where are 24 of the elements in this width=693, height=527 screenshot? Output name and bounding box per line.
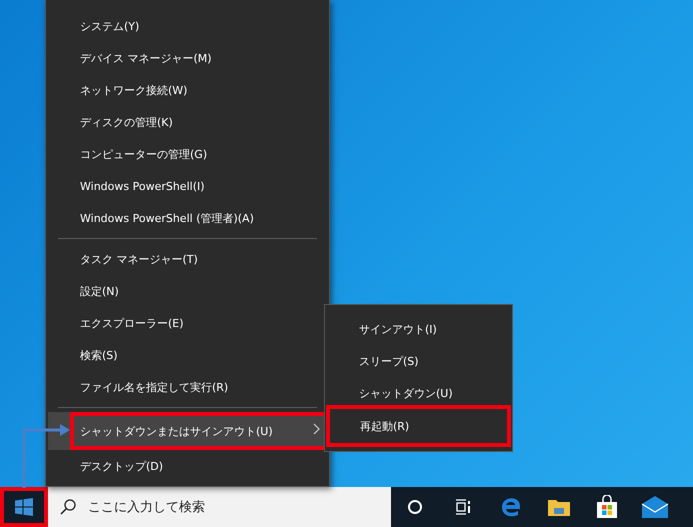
menu-item[interactable]: サインアウト(I): [326, 313, 511, 345]
menu-item[interactable]: ディスクの管理(K): [48, 106, 327, 138]
menu-item[interactable]: シャットダウンまたはサインアウト(U): [48, 412, 327, 450]
menu-item[interactable]: スリープ(S): [326, 345, 511, 377]
menu-item[interactable]: システム(Y): [48, 10, 327, 42]
menu-item[interactable]: デスクトップ(D): [48, 450, 327, 482]
menu-item[interactable]: Windows PowerShell(I): [48, 170, 327, 202]
menu-item[interactable]: デバイス マネージャー(M): [48, 42, 327, 74]
menu-item[interactable]: 再起動(R): [326, 405, 511, 447]
menu-item[interactable]: 検索(S): [48, 339, 327, 371]
menu-item[interactable]: 設定(N): [48, 275, 327, 307]
chevron-icon: [313, 423, 321, 435]
start-button[interactable]: [0, 487, 48, 527]
menu-item[interactable]: ファイル名を指定して実行(R): [48, 371, 327, 403]
menu-item[interactable]: コンピューターの管理(G): [48, 138, 327, 170]
menu-item[interactable]: ネットワーク接続(W): [48, 74, 327, 106]
menu-item[interactable]: Windows PowerShell (管理者)(A): [48, 202, 327, 234]
annotation-arrow: [20, 424, 70, 488]
windows-logo-icon: [15, 498, 33, 516]
search-field[interactable]: ここに入力して検索: [86, 498, 370, 516]
search-icon: [60, 499, 76, 515]
search-box[interactable]: ここに入力して検索: [48, 487, 391, 527]
menu-item[interactable]: エクスプローラー(E): [48, 307, 327, 339]
menu-item[interactable]: タスク マネージャー(T): [48, 243, 327, 275]
